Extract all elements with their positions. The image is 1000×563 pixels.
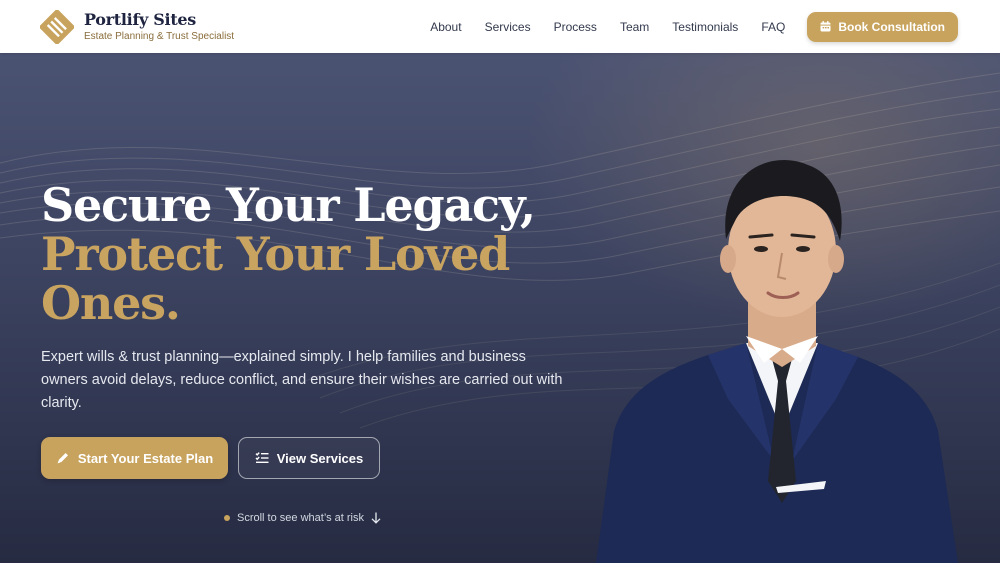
arrow-down-icon [371,512,381,524]
hero-headline: Secure Your Legacy, Protect Your Loved O… [41,181,561,328]
calendar-icon [820,21,831,32]
hero-section: Secure Your Legacy, Protect Your Loved O… [0,53,1000,563]
portrait-image [596,160,958,563]
book-consultation-label: Book Consultation [838,19,945,34]
nav-link-about[interactable]: About [430,20,461,34]
scroll-dot [224,515,230,521]
scroll-hint-label: Scroll to see what’s at risk [237,512,364,524]
pen-icon [57,453,68,464]
brand-tagline: Estate Planning & Trust Specialist [84,30,235,42]
view-services-label: View Services [276,450,364,466]
brand-name: Portlify Sites [84,10,197,30]
start-estate-plan-label: Start Your Estate Plan [77,450,214,466]
nav-link-faq[interactable]: FAQ [761,20,785,34]
brand-logo-icon [40,9,74,44]
start-estate-plan-button[interactable]: Start Your Estate Plan [41,437,228,479]
view-services-button[interactable]: View Services [238,437,380,479]
checklist-icon [255,452,269,463]
headline-line-2: Protect Your Loved Ones. [41,227,510,330]
brand[interactable]: Portlify Sites Estate Planning & Trust S… [40,9,234,44]
nav-link-testimonials[interactable]: Testimonials [672,20,738,34]
headline-line-1: Secure Your Legacy, [41,178,536,232]
hero-subtitle: Expert wills & trust planning—explained … [41,349,563,411]
brand-text: Portlify Sites Estate Planning & Trust S… [84,11,234,42]
nav-link-services[interactable]: Services [485,20,531,34]
book-consultation-button[interactable]: Book Consultation [807,11,958,42]
scroll-hint[interactable]: Scroll to see what’s at risk [224,512,381,524]
nav-link-team[interactable]: Team [620,20,649,34]
nav-link-process[interactable]: Process [554,20,597,34]
main-nav: About Services Process Team Testimonials… [430,20,785,34]
site-header: Portlify Sites Estate Planning & Trust S… [0,0,1000,53]
